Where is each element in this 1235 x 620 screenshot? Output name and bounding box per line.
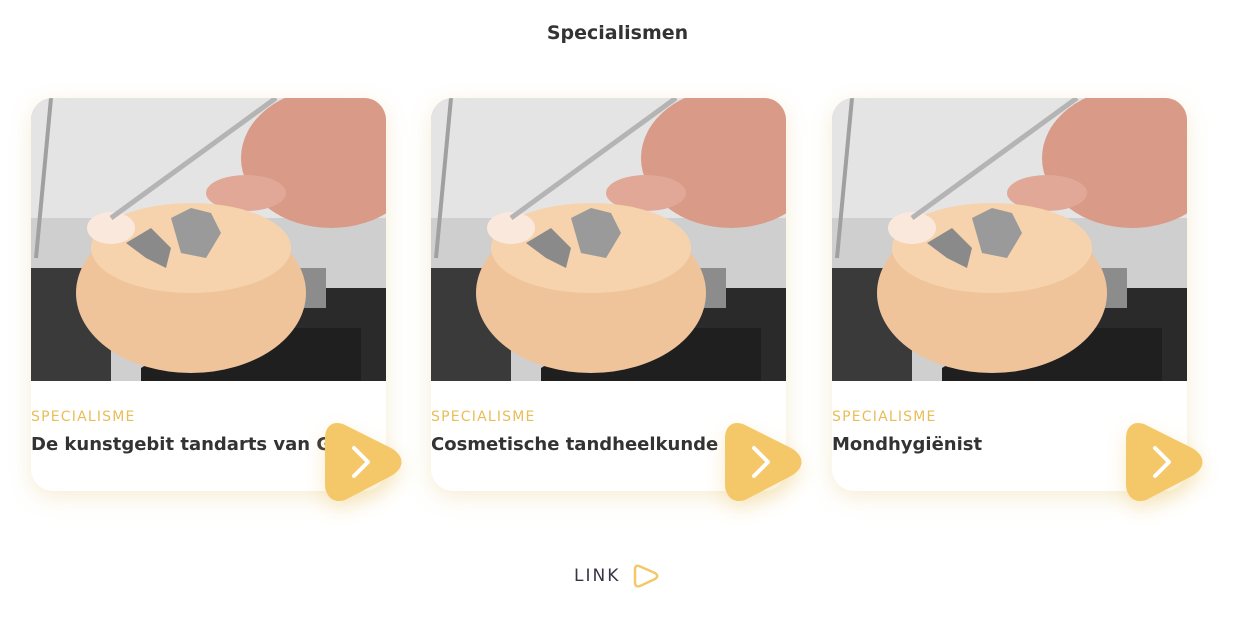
card-title[interactable]: Mondhygiënist (832, 434, 1132, 455)
chevron-right-icon (1126, 422, 1203, 502)
dental-prosthesis-photo (431, 98, 786, 381)
card-arrow-button[interactable] (721, 420, 803, 504)
card-title[interactable]: Cosmetische tandheelkunde (431, 434, 731, 455)
card-category-label: SPECIALISME (31, 409, 136, 425)
card-category-label: SPECIALISME (431, 409, 536, 425)
card-arrow-button[interactable] (321, 420, 403, 504)
card-image (832, 98, 1187, 381)
card-arrow-button[interactable] (1122, 420, 1204, 504)
specialism-card[interactable]: SPECIALISME Mondhygiënist (832, 98, 1203, 502)
dental-prosthesis-photo (832, 98, 1187, 381)
card-list: SPECIALISME De kunstgebit tandarts van G (0, 0, 1235, 620)
specialism-card[interactable]: SPECIALISME De kunstgebit tandarts van G (31, 98, 402, 502)
dental-prosthesis-photo (31, 98, 386, 381)
card-image (31, 98, 386, 381)
card-category-label: SPECIALISME (832, 409, 937, 425)
chevron-right-icon (725, 422, 802, 502)
chevron-right-icon (325, 422, 402, 502)
play-outline-icon (632, 563, 660, 589)
specialism-card[interactable]: SPECIALISME Cosmetische tandheelkunde (431, 98, 802, 502)
card-title[interactable]: De kunstgebit tandarts van G (31, 434, 331, 455)
card-image (431, 98, 786, 381)
footer-link-label: LINK (574, 566, 621, 586)
footer-link[interactable]: LINK (574, 563, 660, 589)
